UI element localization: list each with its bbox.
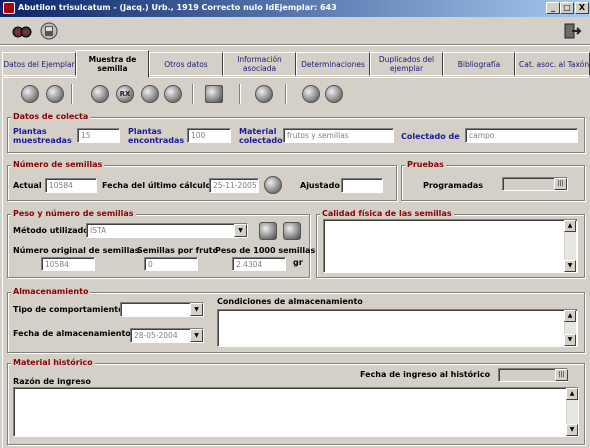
maximize-button[interactable]: □ [560, 2, 574, 14]
minimize-button[interactable]: _ [546, 2, 560, 14]
textarea-razon-ingreso[interactable] [13, 387, 579, 437]
tab-muestra-semilla[interactable]: Muestra de semilla [76, 50, 149, 78]
tab-determinaciones[interactable]: Determinaciones [296, 52, 370, 76]
tab-datos-ejemplar[interactable]: Datos del Ejemplar [2, 52, 76, 76]
label-ajustado: Ajustado [300, 181, 340, 190]
tab-cat-asoc-taxon[interactable]: Cat. asoc. al Taxón [515, 52, 590, 76]
microscope-icon[interactable] [91, 85, 109, 103]
legend-peso-semillas: Peso y número de semillas [11, 209, 136, 218]
select-metodo[interactable]: ISTA [86, 223, 248, 238]
label-programadas: Programadas [423, 181, 483, 190]
tab-duplicados[interactable]: Duplicados del ejemplar [370, 52, 443, 76]
separator [71, 84, 73, 104]
razon-scroll-down[interactable]: ▼ [566, 424, 578, 436]
separator [239, 84, 241, 104]
tab-bibliografia[interactable]: Bibliografía [443, 52, 515, 76]
close-button[interactable]: X [575, 2, 589, 14]
input-ajustado[interactable] [341, 178, 383, 193]
disc-icon[interactable] [164, 85, 182, 103]
label-numero-original: Número original de semillas [13, 246, 140, 255]
condiciones-scroll-up[interactable]: ▲ [564, 310, 576, 322]
toolbar-divider [0, 44, 590, 46]
label-semillas-fruto: Semillas por fruto [137, 246, 219, 255]
separator [285, 84, 287, 104]
label-colectado-de: Colectado de [401, 132, 460, 141]
label-peso-1000: Peso de 1000 semillas [215, 246, 316, 255]
binoculars-icon[interactable] [12, 22, 32, 40]
fecha-almacenamiento-dropdown-button[interactable]: ▼ [190, 329, 203, 342]
input-peso-1000[interactable]: 2.4304 [232, 257, 286, 271]
calculate-icon[interactable] [264, 176, 282, 194]
input-semillas-fruto[interactable]: 0 [144, 257, 198, 271]
seeds-cluster-icon[interactable] [302, 85, 320, 103]
print-icon[interactable] [21, 85, 39, 103]
seeds-detail-icon[interactable] [325, 85, 343, 103]
programadas-dropdown-button[interactable]: ||| [554, 178, 567, 190]
label-metodo: Método utilizado [13, 226, 89, 235]
window-title: Abutilon trisulcatum - (Jacq.) Urb., 191… [18, 3, 337, 12]
legend-material-historico: Material histórico [11, 358, 95, 367]
razon-scroll-up[interactable]: ▲ [566, 388, 578, 400]
label-condiciones: Condiciones de almacenamiento [217, 297, 363, 306]
metodo-dropdown-button[interactable]: ▼ [234, 224, 247, 237]
condiciones-scroll-down[interactable]: ▼ [564, 334, 576, 346]
input-actual[interactable]: 10584 [45, 178, 97, 193]
input-fecha-calculo[interactable]: 25-11-2005 [209, 178, 259, 193]
tipo-dropdown-button[interactable]: ▼ [190, 303, 203, 316]
legend-calidad-fisica: Calidad física de las semillas [320, 209, 454, 218]
label-plantas-encontradas: Plantas encontradas [128, 127, 185, 145]
input-plantas-muestreadas[interactable]: 15 [77, 128, 120, 143]
calidad-scroll-up[interactable]: ▲ [564, 220, 576, 232]
label-unidad-gr: gr [293, 258, 303, 267]
plant-icon[interactable] [141, 85, 159, 103]
grid-icon[interactable] [205, 85, 223, 103]
label-fecha-ingreso-historico: Fecha de ingreso al histórico [360, 370, 491, 379]
input-plantas-encontradas[interactable]: 100 [187, 128, 231, 143]
tab-otros-datos[interactable]: Otros datos [149, 52, 223, 76]
input-material-colectado[interactable]: frutos y semillas [283, 128, 394, 143]
separator [192, 84, 194, 104]
calidad-scroll-down[interactable]: ▼ [564, 260, 576, 272]
save-icon[interactable] [40, 22, 58, 40]
seed-icon[interactable] [255, 85, 273, 103]
label-plantas-muestreadas: Plantas muestreadas [13, 127, 72, 145]
label-actual: Actual [13, 181, 42, 190]
label-material-colectado: Material colectado [239, 127, 283, 145]
database-icon[interactable] [259, 222, 277, 240]
legend-numero-semillas: Número de semillas [11, 160, 105, 169]
fecha-ingreso-dropdown-button[interactable]: ||| [555, 369, 568, 381]
legend-pruebas: Pruebas [405, 160, 446, 169]
label-fecha-calculo: Fecha del último cálculo [102, 181, 212, 190]
app-icon [3, 2, 15, 14]
legend-datos-colecta: Datos de colecta [11, 112, 91, 121]
label-fecha-almacenamiento: Fecha de almacenamiento [13, 329, 131, 338]
list-edit-icon[interactable] [283, 222, 301, 240]
edit-icon[interactable] [46, 85, 64, 103]
exit-icon[interactable] [562, 22, 582, 40]
tab-informacion-asociada[interactable]: Información asociada [223, 52, 296, 76]
input-colectado-de[interactable]: campo [465, 128, 578, 143]
label-razon-ingreso: Razón de ingreso [13, 377, 91, 386]
title-bar: Abutilon trisulcatum - (Jacq.) Urb., 191… [0, 0, 590, 17]
textarea-condiciones[interactable] [217, 309, 578, 347]
textarea-calidad-fisica[interactable] [323, 219, 578, 273]
input-numero-original[interactable]: 10584 [41, 257, 95, 271]
rx-icon[interactable]: RX [116, 85, 134, 103]
label-tipo-comportamiento: Tipo de comportamiento [13, 305, 124, 314]
legend-almacenamiento: Almacenamiento [11, 287, 91, 296]
